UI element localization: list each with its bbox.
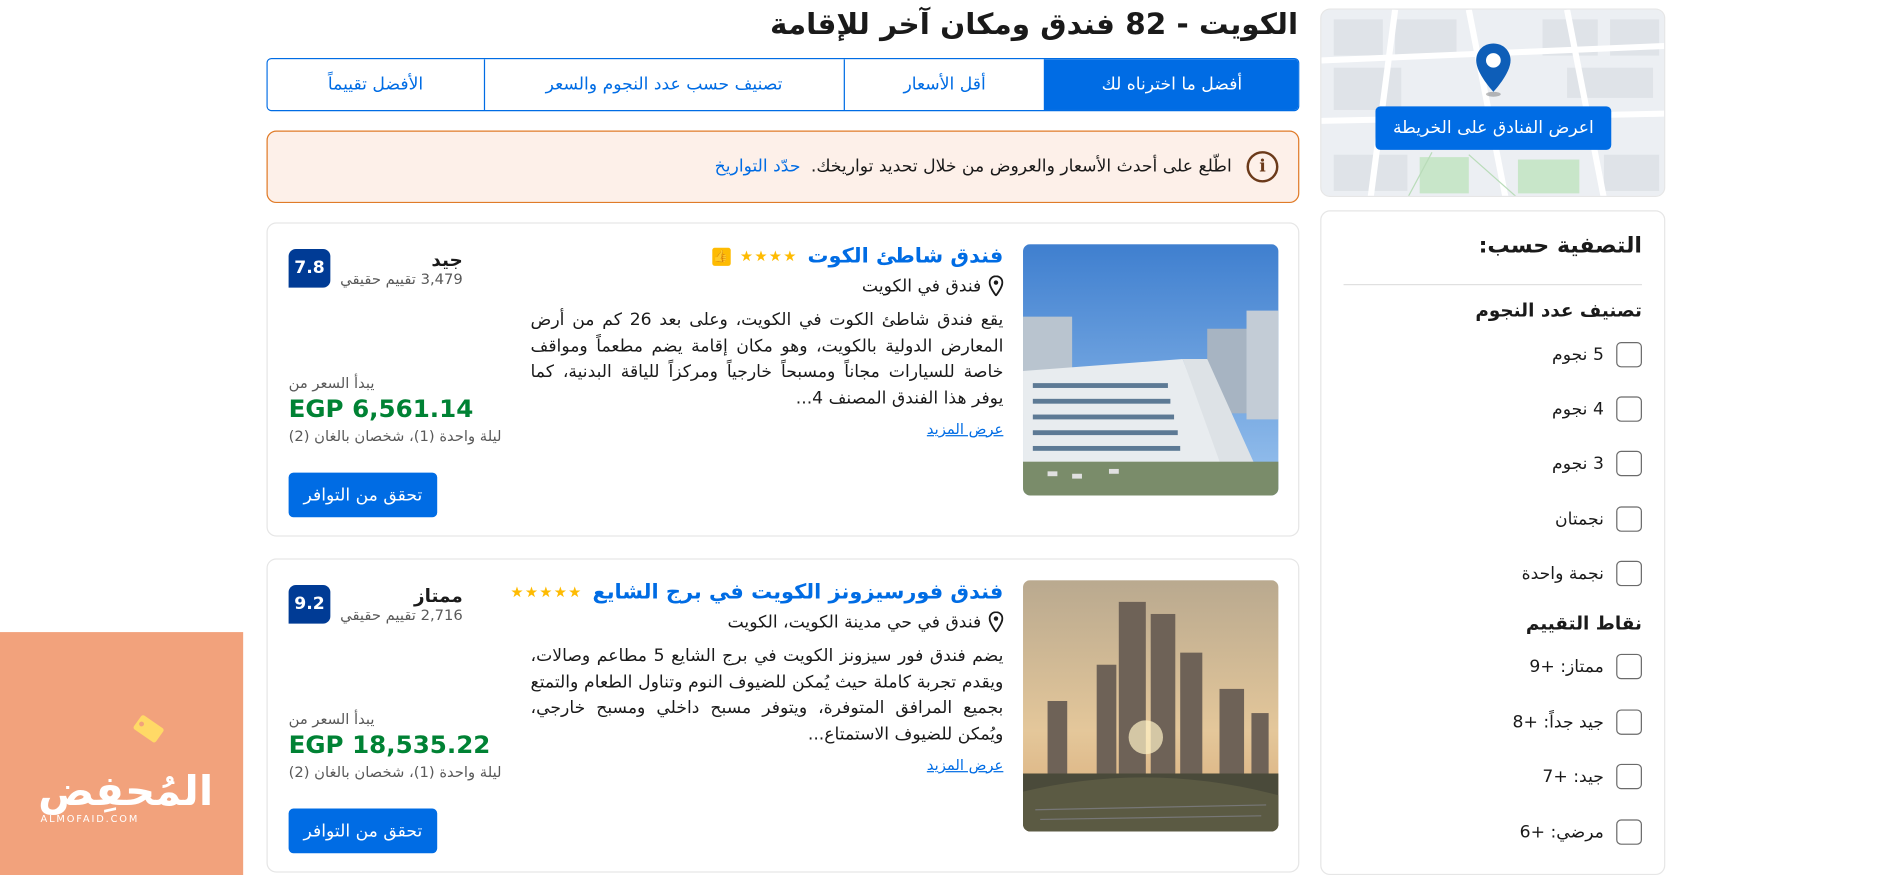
tab-stars-and-price[interactable]: تصنيف حسب عدد النجوم والسعر <box>483 59 844 110</box>
hotel-location-text: فندق في حي مدينة الكويت، الكويت <box>727 612 982 632</box>
filter-3-stars-checkbox[interactable] <box>1616 450 1642 477</box>
rating-text: ممتاز 2,716 تقييم حقيقي <box>340 585 463 624</box>
filter-1-star[interactable]: نجمة واحدة <box>1521 560 1642 587</box>
hotel-info: فندق فورسيزونز الكويت في برج الشايع ★★★★… <box>510 580 1004 773</box>
filter-5-stars[interactable]: 5 نجوم <box>1552 342 1642 368</box>
hotel-name-row: فندق فورسيزونز الكويت في برج الشايع ★★★★… <box>510 580 1003 604</box>
price-tag-logo-icon <box>133 715 164 743</box>
rating-word: ممتاز <box>413 584 463 607</box>
hotel-photo-image <box>1023 580 1279 832</box>
hotel-info: فندق شاطئ الكوت ★★★★ 👍 فندق في الكويت يق… <box>531 244 1004 437</box>
filter-1-star-checkbox[interactable] <box>1616 560 1642 587</box>
tab-lowest-price[interactable]: أقل الأسعار <box>843 59 1045 110</box>
filter-score-7[interactable]: جيد: +7 <box>1542 763 1642 790</box>
review-count: 2,716 تقييم حقيقي <box>340 606 463 624</box>
info-icon: i <box>1246 151 1279 183</box>
price-from-label: يبدأ السعر من <box>288 710 375 728</box>
filter-option-label: مرضي: +6 <box>1519 822 1604 842</box>
info-banner: i اطّلع على أحدث الأسعار والعروض من خلال… <box>266 130 1300 204</box>
rating-text: جيد 3,479 تقييم حقيقي <box>340 249 463 288</box>
show-more-link[interactable]: عرض المزيد <box>531 420 1004 437</box>
filter-score-8-checkbox[interactable] <box>1616 709 1642 735</box>
hotel-name-row: فندق شاطئ الكوت ★★★★ 👍 <box>531 244 1004 268</box>
filter-option-label: جيد: +7 <box>1542 766 1604 787</box>
hotel-name[interactable]: فندق شاطئ الكوت <box>808 244 1004 268</box>
hotel-description: يضم فندق فور سيزونز الكويت في برج الشايع… <box>530 646 1004 745</box>
filter-option-label: 5 نجوم <box>1552 345 1604 365</box>
hotel-photo-image <box>1023 244 1279 496</box>
results-page: اعرض الفنادق على الخريطة التصفية حسب: تص… <box>0 0 1895 875</box>
hotel-name[interactable]: فندق فورسيزونز الكويت في برج الشايع <box>592 580 1003 604</box>
show-on-map-button[interactable]: اعرض الفنادق على الخريطة <box>1375 106 1612 150</box>
hotel-photo[interactable] <box>1023 580 1279 832</box>
price-value: EGP 18,535.22 <box>288 729 491 760</box>
price-value: EGP 6,561.14 <box>288 394 474 424</box>
review-score[interactable]: 7.8 جيد 3,479 تقييم حقيقي <box>288 248 463 288</box>
info-text: اطّلع على أحدث الأسعار والعروض من خلال ت… <box>810 157 1232 177</box>
price-block: يبدأ السعر من EGP 18,535.22 ليلة واحدة (… <box>289 711 502 781</box>
sort-tabs: أفضل ما اخترناه لك أقل الأسعار تصنيف حسب… <box>266 58 1300 112</box>
hotel-card: فندق فورسيزونز الكويت في برج الشايع ★★★★… <box>266 558 1300 873</box>
filter-score-9-checkbox[interactable] <box>1616 653 1642 680</box>
show-more-link[interactable]: عرض المزيد <box>531 756 1004 773</box>
star-rating-icon: ★★★★ <box>739 247 798 265</box>
filter-option-label: 4 نجوم <box>1552 399 1604 419</box>
hotel-location: فندق في حي مدينة الكويت، الكويت <box>531 611 1004 633</box>
star-rating-icon: ★★★★★ <box>510 583 583 601</box>
brand-name: المُحفِض <box>38 767 214 816</box>
check-availability-button[interactable]: تحقق من التوافر <box>288 808 438 854</box>
price-note: ليلة واحدة (1)، شخصان بالغان (2) <box>288 763 502 781</box>
page-title: الكويت - 82 فندق ومكان آخر للإقامة <box>769 7 1299 42</box>
thumbs-up-badge-icon: 👍 <box>711 247 731 266</box>
filter-score-6-checkbox[interactable] <box>1616 819 1642 845</box>
filter-panel: التصفية حسب: تصنيف عدد النجوم 5 نجوم 4 ن… <box>1320 210 1666 875</box>
filter-score-9[interactable]: ممتاز: +9 <box>1529 653 1642 680</box>
brand-watermark: المُحفِض ALMOFAID.COM <box>0 632 244 875</box>
map-pin-icon <box>1476 43 1511 97</box>
filter-2-stars-checkbox[interactable] <box>1616 506 1642 532</box>
price-block: يبدأ السعر من EGP 6,561.14 ليلة واحدة (1… <box>289 375 502 445</box>
filter-4-stars[interactable]: 4 نجوم <box>1552 396 1642 422</box>
map-background <box>1321 9 1665 196</box>
filter-3-stars[interactable]: 3 نجوم <box>1552 450 1642 477</box>
filter-option-label: نجمة واحدة <box>1521 563 1604 584</box>
tab-our-top-picks[interactable]: أفضل ما اخترناه لك <box>1044 59 1299 110</box>
hotel-location-text: فندق في الكويت <box>861 276 982 296</box>
map-preview[interactable]: اعرض الفنادق على الخريطة <box>1320 8 1666 198</box>
select-dates-link[interactable]: حدّد التواريخ <box>715 157 801 176</box>
filter-option-label: ممتاز: +9 <box>1529 656 1604 677</box>
filter-option-label: نجمتان <box>1555 509 1604 529</box>
brand-domain: ALMOFAID.COM <box>40 813 140 825</box>
filter-option-label: 3 نجوم <box>1552 453 1604 474</box>
filter-score-8[interactable]: جيد جداً: +8 <box>1512 709 1642 735</box>
info-banner-text: اطّلع على أحدث الأسعار والعروض من خلال ت… <box>715 157 1232 176</box>
location-pin-icon <box>988 275 1004 297</box>
filter-option-label: جيد جداً: +8 <box>1512 712 1604 732</box>
review-score[interactable]: 9.2 ممتاز 2,716 تقييم حقيقي <box>288 584 463 624</box>
score-badge: 7.8 <box>288 248 331 288</box>
hotel-location: فندق في الكويت <box>531 275 1004 297</box>
filter-4-stars-checkbox[interactable] <box>1616 396 1642 422</box>
location-pin-icon <box>988 611 1004 633</box>
star-rating-heading: تصنيف عدد النجوم <box>1475 299 1642 322</box>
check-availability-button[interactable]: تحقق من التوافر <box>288 472 438 518</box>
price-note: ليلة واحدة (1)، شخصان بالغان (2) <box>288 427 502 445</box>
hotel-photo[interactable] <box>1023 244 1279 496</box>
filter-title: التصفية حسب: <box>1478 233 1642 259</box>
filter-divider <box>1343 284 1642 286</box>
score-badge: 9.2 <box>288 584 331 624</box>
rating-word: جيد <box>431 248 463 271</box>
filter-score-7-checkbox[interactable] <box>1616 763 1642 790</box>
review-score-heading: نقاط التقييم <box>1525 612 1642 635</box>
hotel-description: يقع فندق شاطئ الكوت في الكويت، وعلى بعد … <box>530 310 1004 409</box>
filter-5-stars-checkbox[interactable] <box>1616 342 1642 368</box>
price-from-label: يبدأ السعر من <box>288 374 375 392</box>
hotel-card: فندق شاطئ الكوت ★★★★ 👍 فندق في الكويت يق… <box>266 222 1300 537</box>
filter-score-6[interactable]: مرضي: +6 <box>1519 819 1642 845</box>
tab-top-reviewed[interactable]: الأفضل تقييماً <box>267 59 484 110</box>
review-count: 3,479 تقييم حقيقي <box>340 270 463 288</box>
filter-2-stars[interactable]: نجمتان <box>1555 506 1642 532</box>
